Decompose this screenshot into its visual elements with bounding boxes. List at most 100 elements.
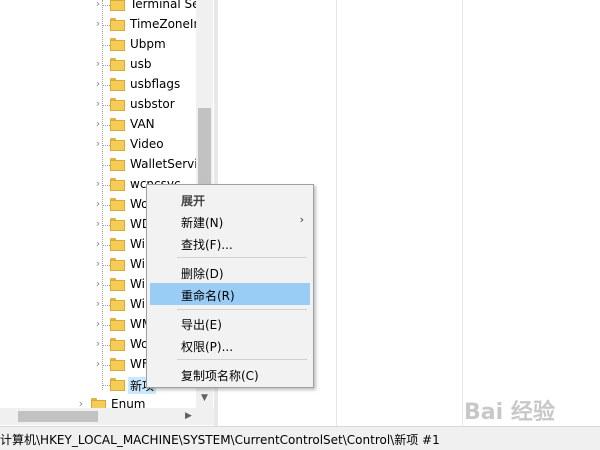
expand-chevron-icon[interactable]: › (93, 0, 103, 10)
tree-connector (103, 225, 110, 226)
folder-icon (110, 318, 125, 332)
tree-connector (103, 305, 110, 306)
expand-chevron-icon[interactable]: › (76, 398, 86, 409)
column-divider (336, 0, 337, 426)
folder-icon (110, 298, 125, 312)
menu-item-export[interactable]: 导出(E) (150, 312, 310, 334)
expand-chevron-icon[interactable]: › (93, 298, 103, 310)
menu-item-copy-key-name[interactable]: 复制项名称(C) (150, 363, 310, 385)
folder-icon (110, 18, 125, 32)
folder-icon (110, 118, 125, 132)
folder-icon (110, 138, 125, 152)
tree-item[interactable]: › TimeZoneIn (0, 15, 202, 35)
tree-item[interactable]: › usb (0, 55, 200, 75)
folder-icon (110, 38, 125, 52)
column-divider (462, 0, 463, 426)
tree-connector (103, 45, 110, 46)
folder-icon (110, 378, 125, 392)
tree-connector (103, 365, 110, 366)
menu-item-new[interactable]: 新建(N) › (150, 210, 310, 232)
tree-item[interactable]: › usbflags (0, 75, 200, 95)
tree-connector (103, 105, 110, 106)
expand-chevron-icon[interactable]: › (93, 18, 103, 30)
tree-connector (103, 165, 110, 166)
tree-connector (103, 25, 110, 26)
tree-connector (103, 325, 110, 326)
tree-connector (103, 205, 110, 206)
folder-icon (110, 158, 125, 172)
expand-chevron-icon[interactable]: › (93, 258, 103, 270)
folder-icon (110, 78, 125, 92)
scrollbar-thumb[interactable] (18, 411, 98, 422)
registry-path: 计算机\HKEY_LOCAL_MACHINE\SYSTEM\CurrentCon… (0, 433, 440, 447)
tree-connector (103, 265, 110, 266)
tree-item-label: Wi (130, 297, 145, 311)
scroll-down-arrow-icon[interactable]: ▼ (196, 390, 213, 407)
tree-item[interactable]: › Video (0, 135, 200, 155)
expand-chevron-icon[interactable]: › (93, 58, 103, 70)
expand-chevron-icon[interactable]: › (93, 78, 103, 90)
folder-icon (110, 178, 125, 192)
expand-chevron-icon[interactable]: › (93, 358, 103, 370)
folder-icon (110, 258, 125, 272)
tree-connector (103, 345, 110, 346)
tree-item-label: usbflags (130, 77, 181, 91)
folder-icon (110, 98, 125, 112)
tree-connector (103, 65, 110, 66)
tree-item-label: usb (130, 57, 152, 71)
menu-item-permissions[interactable]: 权限(P)... (150, 334, 310, 356)
menu-item-delete[interactable]: 删除(D) (150, 261, 310, 283)
folder-icon (110, 338, 125, 352)
folder-icon (91, 398, 106, 408)
menu-separator (177, 359, 307, 360)
expand-chevron-icon[interactable]: › (93, 198, 103, 210)
tree-item[interactable]: › VAN (0, 115, 200, 135)
tree-item[interactable]: WalletServi (0, 155, 200, 175)
folder-icon (110, 58, 125, 72)
expand-chevron-icon[interactable]: › (93, 318, 103, 330)
tree-item-label: Enum (111, 397, 146, 408)
submenu-arrow-icon: › (299, 213, 304, 226)
tree-item-label: Wi (130, 237, 145, 251)
folder-icon (110, 278, 125, 292)
tree-item[interactable]: Ubpm (0, 35, 200, 55)
watermark-text: Bai 经验 (464, 400, 555, 425)
menu-separator (177, 309, 307, 310)
expand-chevron-icon[interactable]: › (93, 238, 103, 250)
tree-connector (103, 125, 110, 126)
expand-chevron-icon[interactable]: › (93, 338, 103, 350)
scroll-right-arrow-icon[interactable]: ▶ (180, 408, 197, 425)
baidu-watermark: Bai 经验 (464, 390, 594, 425)
tree-connector (103, 245, 110, 246)
folder-icon (110, 358, 125, 372)
folder-icon (110, 218, 125, 232)
menu-item-rename[interactable]: 重命名(R) (150, 283, 310, 305)
tree-connector (103, 5, 110, 6)
expand-chevron-icon[interactable]: › (93, 178, 103, 190)
tree-item[interactable]: › Terminal Se (0, 0, 200, 15)
tree-item-label: TimeZoneIn (130, 17, 202, 31)
tree-connector (103, 145, 110, 146)
tree-item-label: usbstor (130, 97, 175, 111)
tree-connector (103, 385, 110, 386)
tree-item-label: VAN (130, 117, 155, 131)
menu-item-expand[interactable]: 展开 (150, 188, 310, 210)
folder-icon (110, 198, 125, 212)
expand-chevron-icon[interactable]: › (93, 138, 103, 150)
tree-connector (103, 285, 110, 286)
tree-item-label: Terminal Se (130, 0, 200, 11)
tree-item-enum[interactable]: › Enum (0, 395, 200, 408)
expand-chevron-icon[interactable]: › (93, 118, 103, 130)
tree-horizontal-scrollbar[interactable]: ▶ (0, 408, 214, 425)
context-menu[interactable]: 展开 新建(N) › 查找(F)... 删除(D) 重命名(R) 导出(E) 权… (146, 184, 314, 388)
expand-chevron-icon[interactable]: › (93, 278, 103, 290)
expand-chevron-icon[interactable]: › (93, 218, 103, 230)
tree-item-label: Video (130, 137, 164, 151)
folder-icon (110, 0, 125, 12)
menu-item-find[interactable]: 查找(F)... (150, 232, 310, 254)
expand-chevron-icon[interactable]: › (93, 98, 103, 110)
tree-item[interactable]: › usbstor (0, 95, 200, 115)
tree-connector (103, 85, 110, 86)
status-bar: 计算机\HKEY_LOCAL_MACHINE\SYSTEM\CurrentCon… (0, 426, 600, 450)
menu-separator (177, 257, 307, 258)
